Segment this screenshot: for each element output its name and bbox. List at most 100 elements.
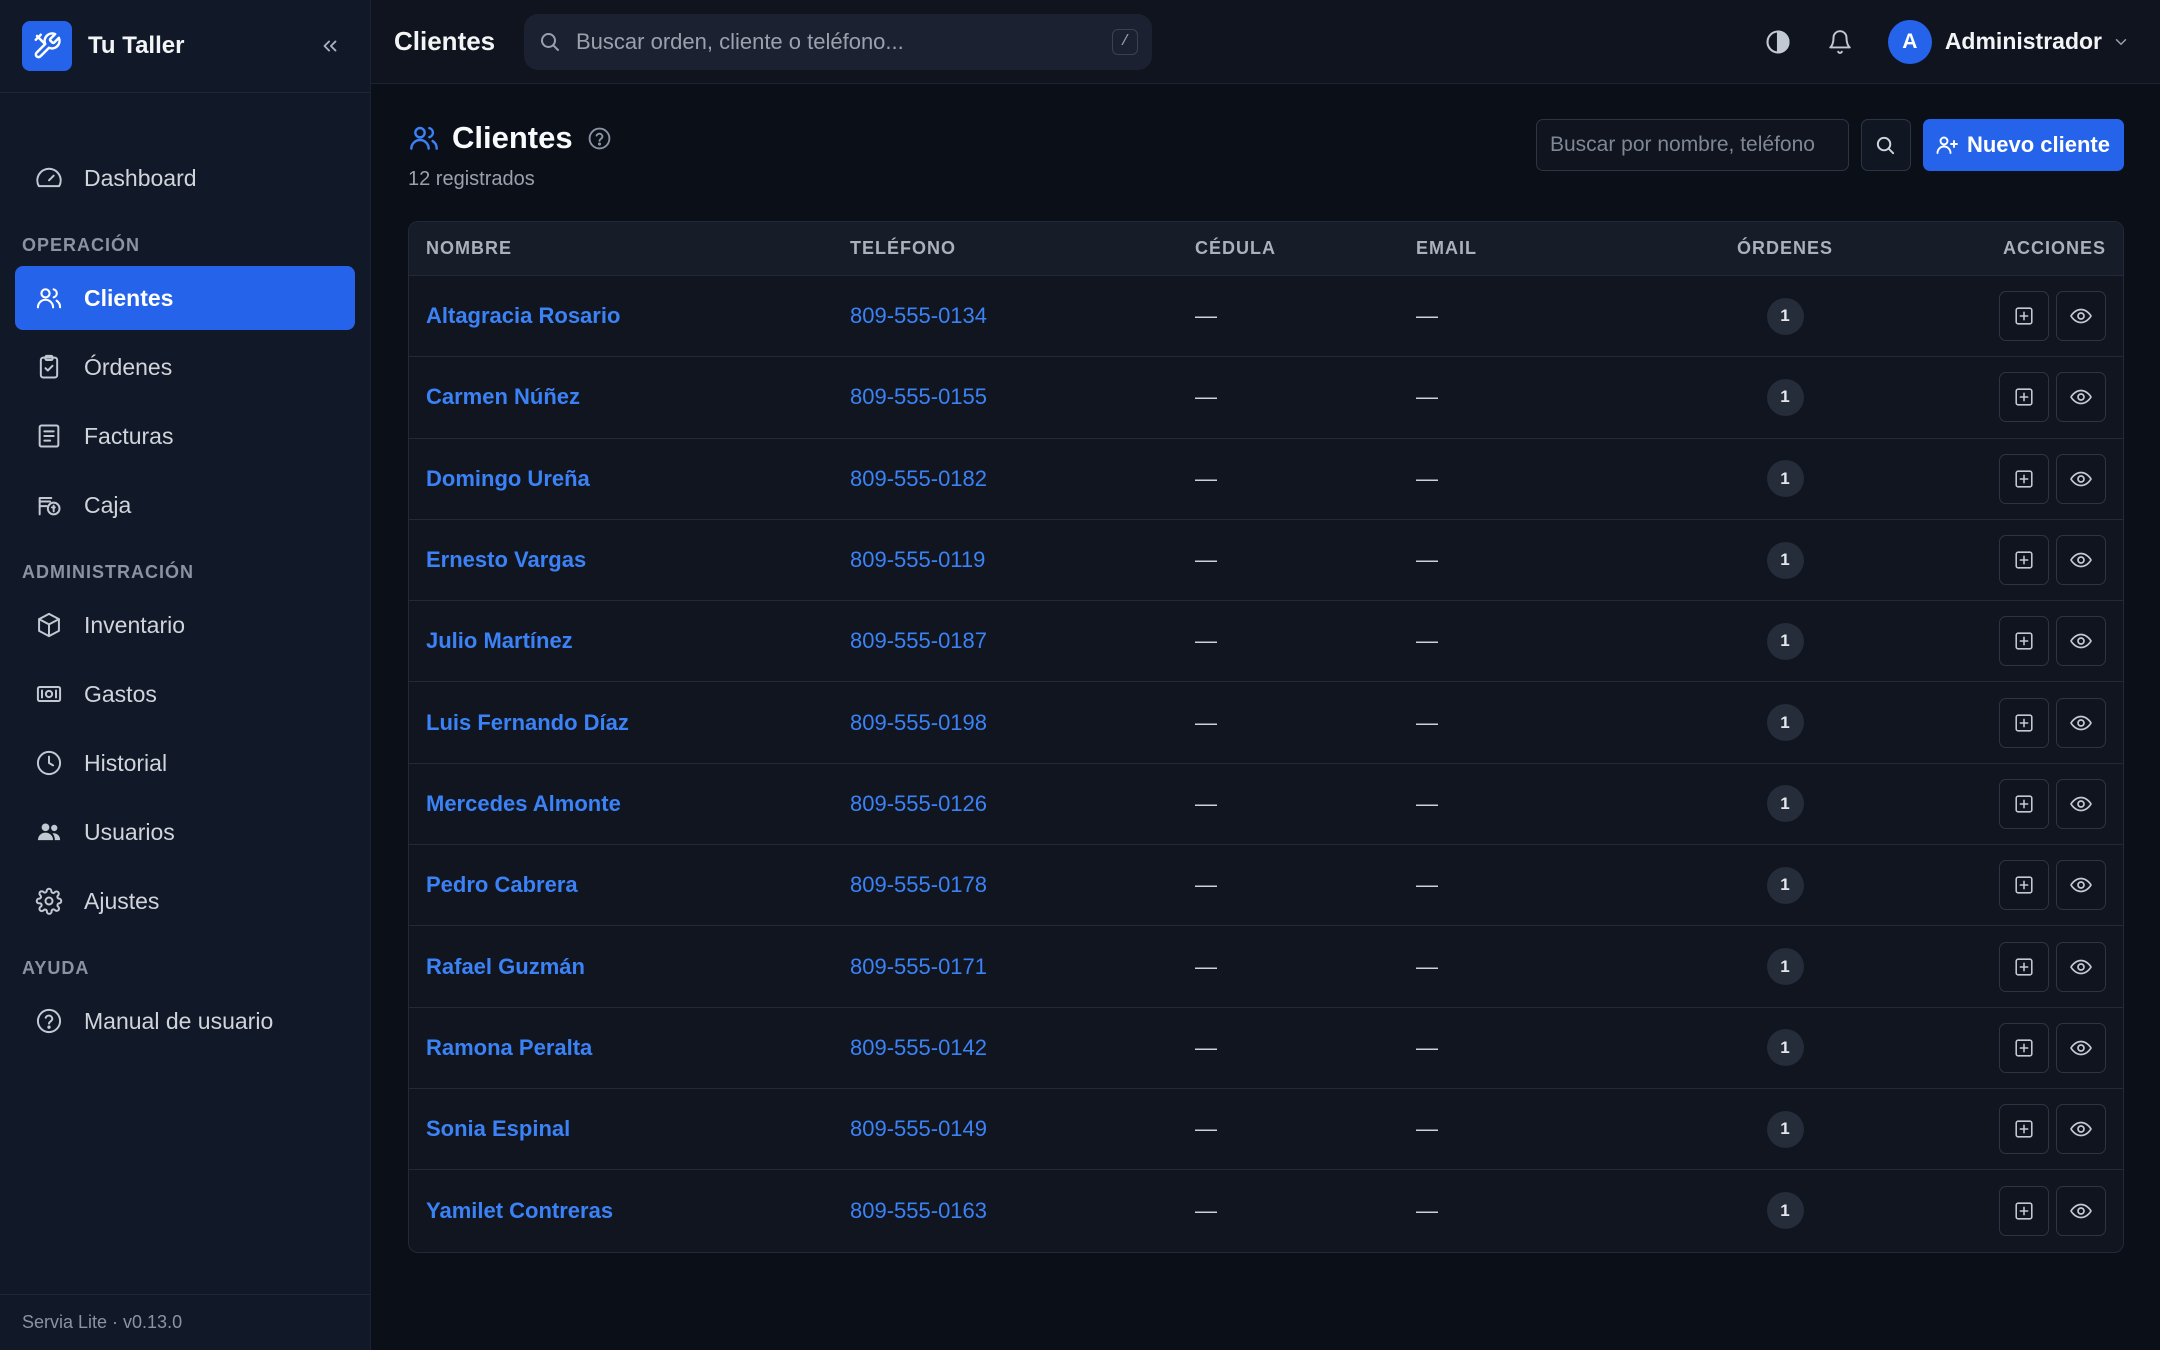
client-search-input[interactable]: [1535, 119, 1849, 171]
plus-square-icon: [2013, 793, 2035, 815]
view-client-button[interactable]: [2056, 697, 2106, 748]
sidebar-item-clientes[interactable]: Clientes: [15, 266, 355, 330]
cell-email: —: [1416, 954, 1616, 980]
cell-cedula: —: [1195, 466, 1416, 492]
client-phone-link[interactable]: 809-555-0182: [850, 466, 987, 491]
sidebar-item-label: Inventario: [84, 611, 186, 638]
cell-email: —: [1416, 710, 1616, 736]
cell-name: Domingo Ureña: [409, 466, 850, 492]
client-name-link[interactable]: Domingo Ureña: [426, 466, 590, 491]
sidebar-item-usuarios[interactable]: Usuarios: [15, 800, 355, 864]
new-order-button[interactable]: [1999, 1185, 2049, 1236]
client-name-link[interactable]: Luis Fernando Díaz: [426, 710, 629, 735]
cell-email: —: [1416, 872, 1616, 898]
sidebar-item-dashboard[interactable]: Dashboard: [15, 146, 355, 210]
user-menu[interactable]: A Administrador: [1887, 19, 2130, 64]
sidebar-item-ordenes[interactable]: Órdenes: [15, 335, 355, 399]
new-order-button[interactable]: [1999, 697, 2049, 748]
view-client-button[interactable]: [2056, 535, 2106, 586]
cell-name: Mercedes Almonte: [409, 791, 850, 817]
new-order-button[interactable]: [1999, 1022, 2049, 1073]
client-phone-link[interactable]: 809-555-0163: [850, 1198, 987, 1223]
sidebar-item-ajustes[interactable]: Ajustes: [15, 869, 355, 933]
column-header-telefono[interactable]: TELÉFONO: [850, 238, 1195, 259]
table-row: Yamilet Contreras 809-555-0163 — — 1: [409, 1170, 2123, 1251]
view-client-button[interactable]: [2056, 1104, 2106, 1155]
column-header-email[interactable]: EMAIL: [1416, 238, 1616, 259]
column-header-ordenes[interactable]: ÓRDENES: [1616, 238, 1954, 259]
sidebar-item-manual[interactable]: Manual de usuario: [15, 989, 355, 1053]
brand-header: Tu Taller: [0, 0, 370, 93]
client-name-link[interactable]: Sonia Espinal: [426, 1116, 570, 1141]
client-name-link[interactable]: Ernesto Vargas: [426, 547, 586, 572]
table-row: Altagracia Rosario 809-555-0134 — — 1: [409, 276, 2123, 358]
client-name-link[interactable]: Altagracia Rosario: [426, 303, 620, 328]
bell-icon: [1829, 29, 1851, 54]
view-client-button[interactable]: [2056, 1022, 2106, 1073]
help-circle-icon[interactable]: [587, 126, 612, 151]
plus-square-icon: [2013, 1118, 2035, 1140]
new-order-button[interactable]: [1999, 1104, 2049, 1155]
view-client-button[interactable]: [2056, 453, 2106, 504]
global-search[interactable]: /: [524, 13, 1152, 70]
theme-toggle-button[interactable]: [1756, 20, 1800, 64]
new-order-button[interactable]: [1999, 372, 2049, 423]
eye-icon: [2069, 873, 2093, 897]
search-button[interactable]: [1860, 119, 1911, 171]
sidebar-item-facturas[interactable]: Facturas: [15, 404, 355, 468]
column-header-nombre[interactable]: NOMBRE: [409, 238, 850, 259]
table-row: Domingo Ureña 809-555-0182 — — 1: [409, 439, 2123, 520]
client-phone-link[interactable]: 809-555-0119: [850, 547, 985, 572]
client-name-link[interactable]: Ramona Peralta: [426, 1035, 592, 1060]
sidebar-item-gastos[interactable]: Gastos: [15, 662, 355, 726]
table-row: Sonia Espinal 809-555-0149 — — 1: [409, 1089, 2123, 1171]
eye-icon: [2069, 1199, 2093, 1223]
new-order-button[interactable]: [1999, 941, 2049, 992]
client-name-link[interactable]: Yamilet Contreras: [426, 1198, 613, 1223]
client-phone-link[interactable]: 809-555-0187: [850, 628, 987, 653]
client-name-link[interactable]: Pedro Cabrera: [426, 872, 578, 897]
view-client-button[interactable]: [2056, 372, 2106, 423]
client-phone-link[interactable]: 809-555-0134: [850, 303, 987, 328]
new-order-button[interactable]: [1999, 616, 2049, 667]
new-order-button[interactable]: [1999, 535, 2049, 586]
cell-name: Yamilet Contreras: [409, 1198, 850, 1224]
user-plus-icon: [1936, 136, 1958, 154]
client-phone-link[interactable]: 809-555-0126: [850, 791, 987, 816]
client-phone-link[interactable]: 809-555-0198: [850, 710, 987, 735]
collapse-sidebar-button[interactable]: [312, 28, 348, 64]
client-phone-link[interactable]: 809-555-0142: [850, 1035, 987, 1060]
new-order-button[interactable]: [1999, 778, 2049, 829]
global-search-input[interactable]: [576, 28, 1098, 55]
client-name-link[interactable]: Julio Martínez: [426, 628, 573, 653]
client-phone-link[interactable]: 809-555-0155: [850, 384, 987, 409]
view-client-button[interactable]: [2056, 291, 2106, 342]
client-phone-link[interactable]: 809-555-0178: [850, 872, 987, 897]
view-client-button[interactable]: [2056, 616, 2106, 667]
new-order-button[interactable]: [1999, 860, 2049, 911]
cedula-value: —: [1195, 790, 1217, 816]
cedula-value: —: [1195, 465, 1217, 491]
client-name-link[interactable]: Rafael Guzmán: [426, 954, 585, 979]
view-client-button[interactable]: [2056, 860, 2106, 911]
sidebar-item-inventario[interactable]: Inventario: [15, 593, 355, 657]
chevron-down-icon: [2112, 33, 2130, 51]
client-name-link[interactable]: Carmen Núñez: [426, 384, 580, 409]
view-client-button[interactable]: [2056, 941, 2106, 992]
client-phone-link[interactable]: 809-555-0171: [850, 954, 987, 979]
gear-icon: [34, 886, 64, 916]
cell-orders: 1: [1616, 297, 1954, 335]
client-name-link[interactable]: Mercedes Almonte: [426, 791, 621, 816]
new-order-button[interactable]: [1999, 453, 2049, 504]
new-order-button[interactable]: [1999, 291, 2049, 342]
column-header-cedula[interactable]: CÉDULA: [1195, 238, 1416, 259]
sidebar-item-label: Ajustes: [84, 887, 160, 914]
view-client-button[interactable]: [2056, 778, 2106, 829]
users-icon: [408, 122, 440, 154]
sidebar-item-historial[interactable]: Historial: [15, 731, 355, 795]
notifications-button[interactable]: [1818, 20, 1862, 64]
view-client-button[interactable]: [2056, 1185, 2106, 1236]
sidebar-item-caja[interactable]: Caja: [15, 473, 355, 537]
client-phone-link[interactable]: 809-555-0149: [850, 1116, 987, 1141]
new-client-button[interactable]: Nuevo cliente: [1922, 119, 2124, 171]
